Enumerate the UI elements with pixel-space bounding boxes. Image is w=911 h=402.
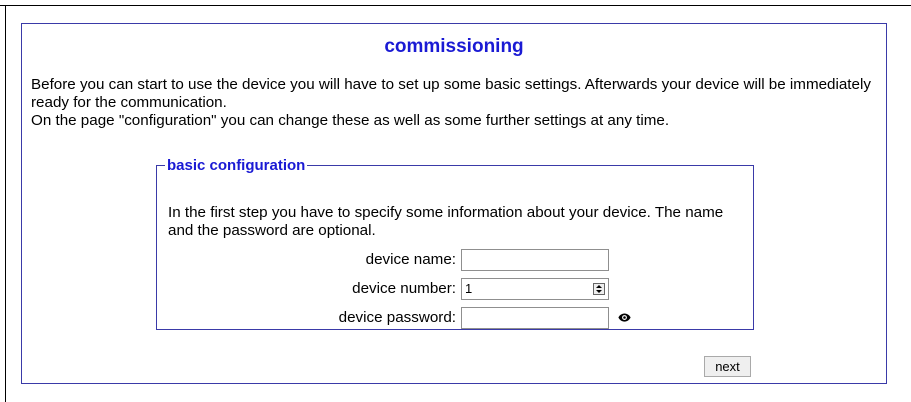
intro-paragraph-2: On the page "configuration" you can chan… (31, 112, 670, 129)
device-name-label: device name: (365, 251, 456, 268)
stepper-arrows-icon[interactable] (593, 283, 605, 295)
device-name-input[interactable] (461, 249, 609, 271)
commissioning-panel: commissioning Before you can start to us… (21, 23, 887, 384)
next-button[interactable]: next (704, 356, 751, 377)
intro-text: Before you can start to use the device y… (31, 76, 883, 130)
basic-configuration-fieldset: basic configuration In the first step yo… (156, 157, 754, 330)
page-title: commissioning (384, 36, 524, 57)
device-name-row: device name: (157, 249, 753, 271)
basic-configuration-legend: basic configuration (167, 157, 306, 174)
basic-configuration-description: In the first step you have to specify so… (168, 204, 724, 239)
intro-paragraph-1: Before you can start to use the device y… (31, 76, 871, 111)
eye-icon[interactable] (618, 311, 631, 324)
frame-border-top (0, 5, 911, 6)
device-number-value: 1 (465, 281, 473, 296)
device-number-row: device number: 1 (157, 278, 753, 300)
device-password-row: device password: (157, 307, 753, 329)
device-number-stepper[interactable]: 1 (461, 278, 609, 300)
device-number-label: device number: (352, 280, 456, 297)
device-password-label: device password: (338, 309, 456, 326)
frame-border-left (5, 5, 6, 402)
device-password-input[interactable] (461, 307, 609, 329)
